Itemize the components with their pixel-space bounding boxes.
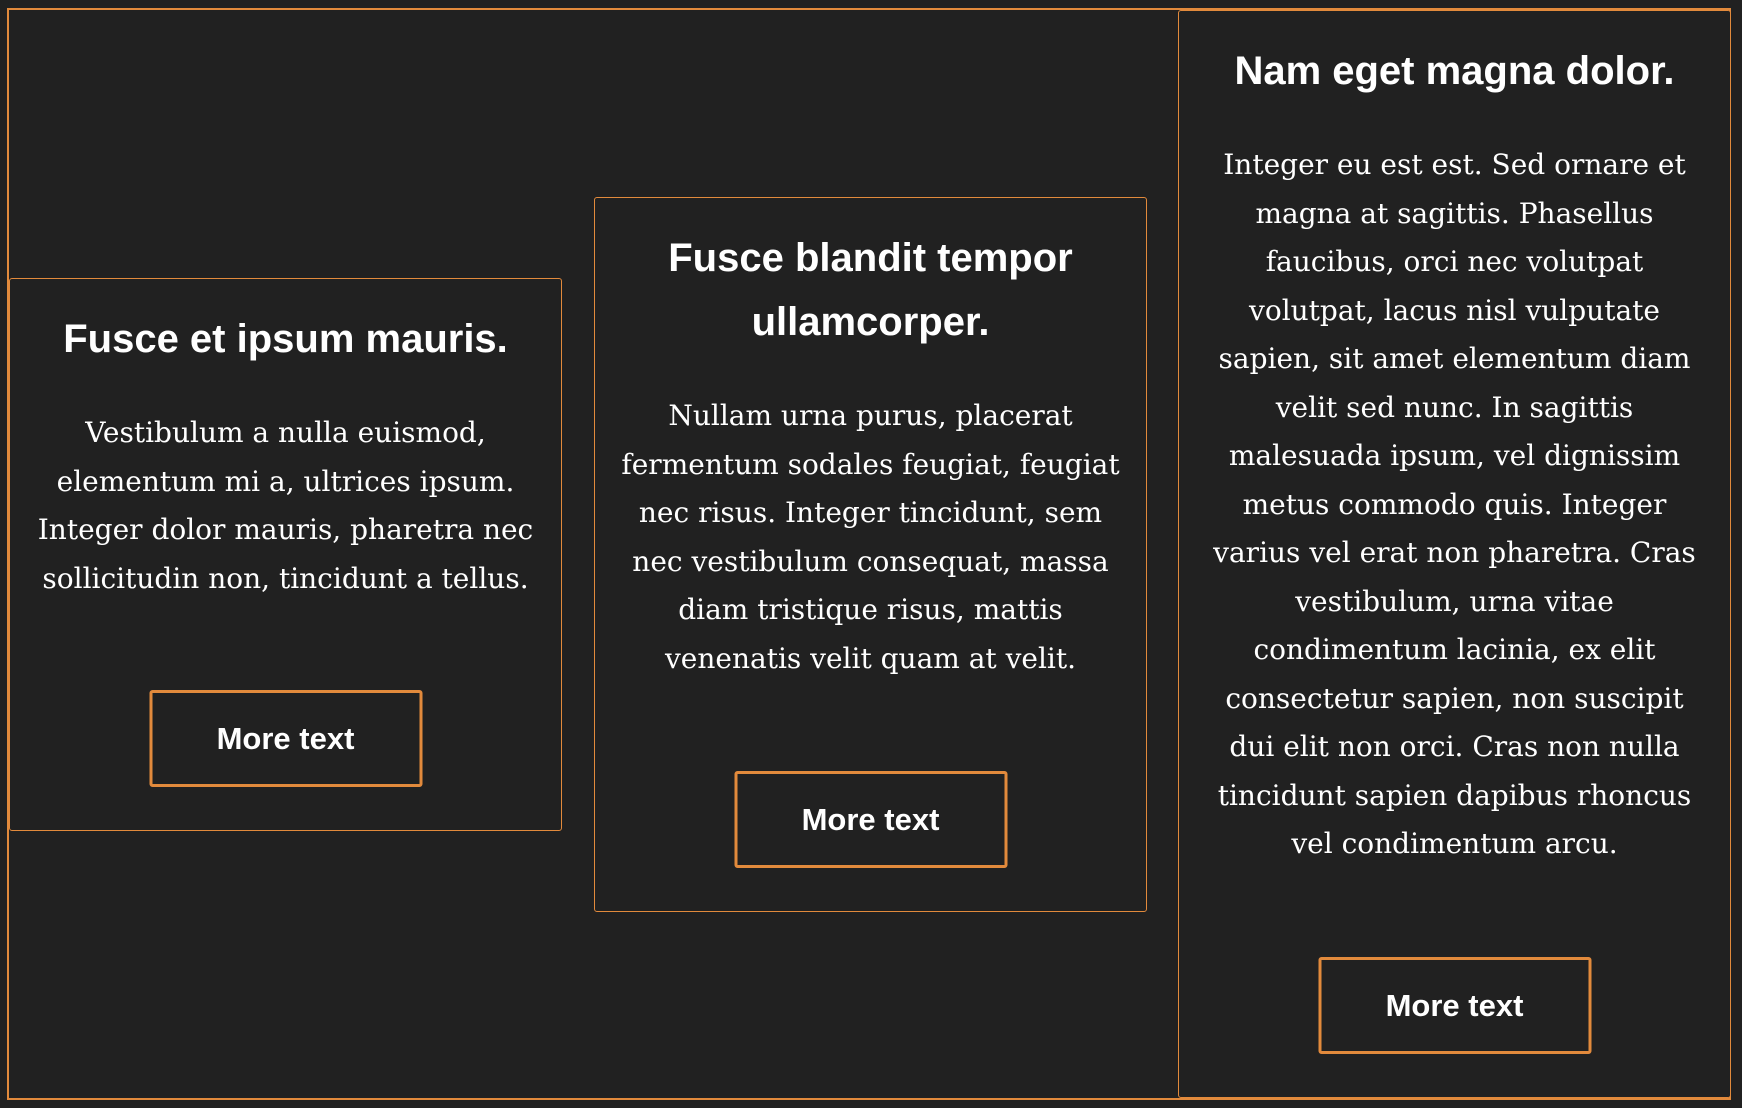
card-1: Fusce et ipsum mauris. Vestibulum a null… (9, 278, 562, 831)
more-text-button[interactable]: More text (1318, 957, 1591, 1054)
card-body: Vestibulum a nulla euismod, elementum mi… (37, 416, 534, 595)
card-title: Nam eget magna dolor. (1234, 49, 1675, 93)
more-text-button[interactable]: More text (149, 690, 422, 787)
card-3: Nam eget magna dolor. Integer eu est est… (1178, 10, 1731, 1098)
card-body: Nullam urna purus, placerat fermentum so… (621, 399, 1120, 675)
card-2: Fusce blandit tempor ullamcorper. Nullam… (594, 197, 1147, 912)
card-title: Fusce et ipsum mauris. (63, 317, 508, 361)
card-title: Fusce blandit tempor ullamcorper. (668, 236, 1073, 344)
card-body: Integer eu est est. Sed ornare et magna … (1213, 148, 1696, 860)
more-text-button[interactable]: More text (734, 771, 1007, 868)
